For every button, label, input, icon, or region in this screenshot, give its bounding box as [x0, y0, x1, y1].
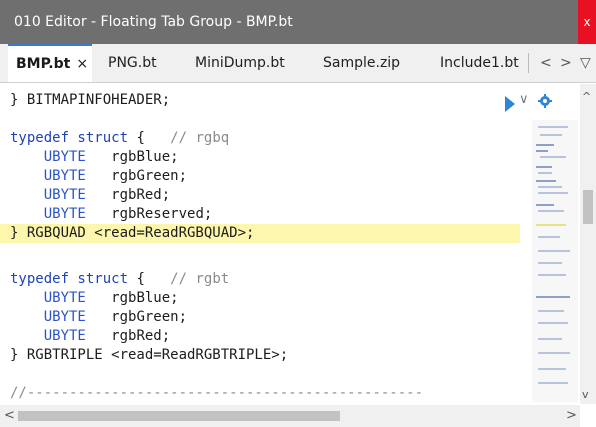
tab-minidump-bt[interactable]: MiniDump.bt	[195, 44, 285, 82]
code-line: UBYTE rgbBlue;	[43, 149, 179, 165]
horizontal-scroll-thumb[interactable]	[18, 411, 340, 421]
tab-bar: BMP.bt × PNG.bt MiniDump.bt Sample.zip In…	[0, 44, 596, 83]
tab-label: BMP.bt	[16, 56, 71, 72]
scroll-up-icon[interactable]: ^	[582, 90, 591, 103]
close-button[interactable]: x	[578, 0, 596, 44]
code-line: UBYTE rgbRed;	[43, 187, 171, 203]
scroll-down-icon[interactable]: v	[582, 388, 589, 401]
code-line: UBYTE rgbGreen;	[43, 309, 188, 325]
code-line: } RGBTRIPLE <read=ReadRGBTRIPLE>;	[10, 347, 289, 363]
window-title: 010 Editor - Floating Tab Group - BMP.bt	[14, 14, 293, 30]
tab-sample-zip[interactable]: Sample.zip	[323, 44, 400, 82]
tab-include1-bt[interactable]: Include1.bt	[440, 44, 519, 82]
tab-label: Include1.bt	[440, 55, 519, 71]
navigation-marker-icon[interactable]	[505, 96, 515, 112]
scroll-left-icon[interactable]: <	[4, 408, 15, 423]
vertical-scrollbar[interactable]	[580, 84, 596, 404]
gear-icon[interactable]	[537, 93, 553, 113]
title-bar: 010 Editor - Floating Tab Group - BMP.bt…	[0, 0, 596, 44]
tab-prev-icon[interactable]: <	[540, 44, 552, 82]
code-line: UBYTE rgbGreen;	[43, 168, 188, 184]
tab-separator	[528, 53, 529, 73]
code-line-highlighted: } RGBQUAD <read=ReadRGBQUAD>;	[0, 224, 520, 243]
tab-label: PNG.bt	[108, 55, 157, 71]
tab-list-icon[interactable]: ▽	[580, 44, 591, 82]
tab-label: MiniDump.bt	[195, 55, 285, 71]
chevron-down-icon[interactable]: ∨	[519, 92, 529, 107]
code-line: typedef struct { // rgbt	[10, 271, 230, 287]
tab-next-icon[interactable]: >	[560, 44, 572, 82]
tab-label: Sample.zip	[323, 55, 401, 71]
scroll-right-icon[interactable]: >	[566, 408, 577, 423]
code-line: UBYTE rgbReserved;	[43, 206, 213, 222]
code-line: UBYTE rgbBlue;	[43, 290, 179, 306]
code-line: } BITMAPINFOHEADER;	[10, 92, 171, 108]
tab-bmp-bt[interactable]: BMP.bt ×	[8, 44, 92, 82]
tab-close-icon[interactable]: ×	[76, 56, 88, 72]
code-editor[interactable]: } BITMAPINFOHEADER; typedef struct { // …	[0, 83, 520, 405]
vertical-scroll-thumb[interactable]	[583, 190, 593, 224]
code-line: typedef struct { // rgbq	[10, 130, 230, 146]
tab-png-bt[interactable]: PNG.bt	[108, 44, 157, 82]
minimap[interactable]	[532, 120, 578, 402]
code-line: //--------------------------------------…	[10, 385, 424, 401]
code-line: UBYTE rgbRed;	[43, 328, 171, 344]
